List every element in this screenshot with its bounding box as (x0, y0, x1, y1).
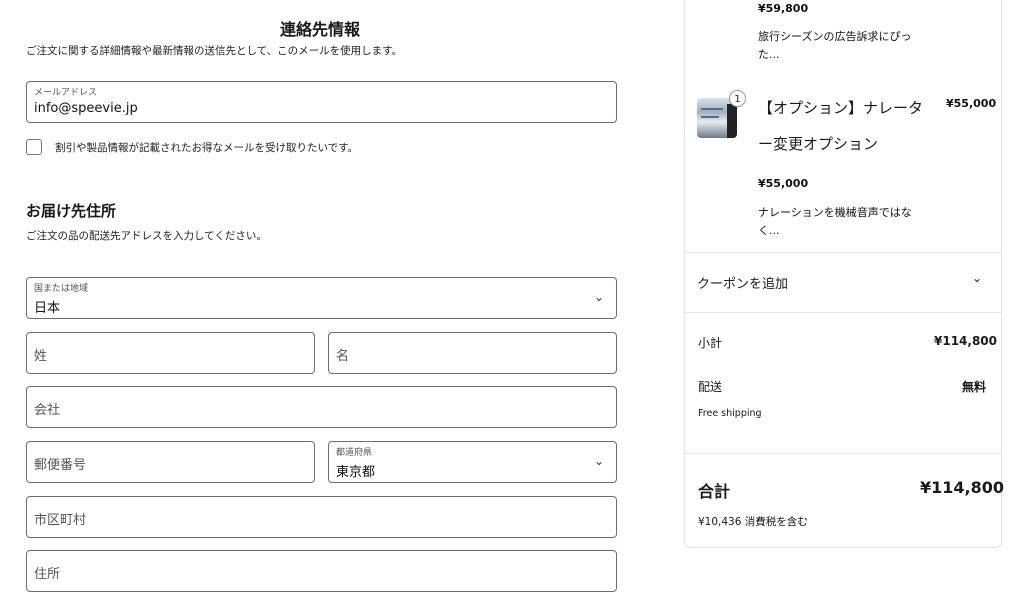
subtotal-label: 小計 (698, 336, 723, 350)
city-placeholder: 市区町村 (34, 513, 87, 528)
postal-code-field[interactable]: 郵便番号 (26, 441, 315, 483)
prefecture-label: 都道府県 (336, 448, 373, 458)
email-label: メールアドレス (34, 88, 98, 98)
item2-price: ¥55,000 (758, 177, 809, 190)
item2-desc-line2: く... (758, 224, 780, 237)
divider (684, 312, 1002, 313)
item2-price-right: ¥55,000 (946, 97, 997, 110)
coupon-label[interactable]: クーポンを追加 (697, 273, 788, 292)
subtotal-value: ¥114,800 (934, 334, 998, 348)
company-placeholder: 会社 (34, 403, 61, 418)
item2-title-line2: ー変更オプション (758, 135, 879, 153)
chevron-down-icon: ⌄ (593, 290, 604, 304)
newsletter-label[interactable]: 割引や製品情報が記載されたお得なメールを受け取りたいです。 (55, 140, 358, 155)
country-value: 日本 (34, 301, 61, 316)
company-field[interactable]: 会社 (26, 386, 617, 428)
last-name-field[interactable]: 姓 (26, 332, 315, 374)
divider (684, 453, 1002, 454)
country-select[interactable]: 国または地域 日本 ⌄ (26, 277, 617, 319)
item1-desc-line2: た... (758, 48, 780, 61)
contact-title: 連絡先情報 (280, 20, 361, 39)
prefecture-select[interactable]: 都道府県 東京都 ⌄ (328, 441, 617, 483)
last-name-placeholder: 姓 (34, 349, 48, 364)
shipping-cost-value: 無料 (962, 380, 987, 394)
chevron-down-icon: ⌄ (593, 454, 604, 468)
coupon-toggle[interactable]: クーポンを追加 ⌄ (684, 253, 1002, 312)
shipping-subtitle: ご注文の品の配送先アドレスを入力してください。 (26, 230, 267, 242)
email-value[interactable]: info@speevie.jp (34, 101, 138, 116)
email-field[interactable]: メールアドレス info@speevie.jp (26, 81, 617, 123)
item2-desc-line1: ナレーションを機械音声ではな (758, 206, 912, 219)
first-name-field[interactable]: 名 (328, 332, 617, 374)
prefecture-value: 東京都 (336, 465, 376, 480)
tax-note: ¥10,436 消費税を含む (698, 516, 808, 528)
total-value: ¥114,800 (920, 478, 1005, 497)
item1-desc-line1: 旅行シーズンの広告訴求にぴっ (758, 30, 912, 43)
quantity-badge: 1 (729, 90, 746, 107)
contact-subtitle: ご注文に関する詳細情報や最新情報の送信先として、このメールを使用します。 (26, 45, 403, 57)
first-name-placeholder: 名 (336, 349, 350, 364)
item1-price: ¥59,800 (758, 2, 809, 15)
item2-title-line1: 【オプション】ナレータ (758, 99, 924, 117)
total-label: 合計 (698, 482, 731, 501)
shipping-title: お届け先住所 (26, 202, 117, 220)
newsletter-checkbox[interactable] (26, 139, 42, 155)
city-field[interactable]: 市区町村 (26, 496, 617, 538)
shipping-cost-label: 配送 (698, 380, 723, 394)
shipping-note: Free shipping (698, 408, 762, 419)
address-placeholder: 住所 (34, 567, 61, 582)
postal-code-placeholder: 郵便番号 (34, 458, 87, 473)
chevron-down-icon[interactable]: ⌄ (972, 271, 982, 285)
address-field[interactable]: 住所 (26, 550, 617, 592)
country-label: 国または地域 (34, 284, 89, 294)
